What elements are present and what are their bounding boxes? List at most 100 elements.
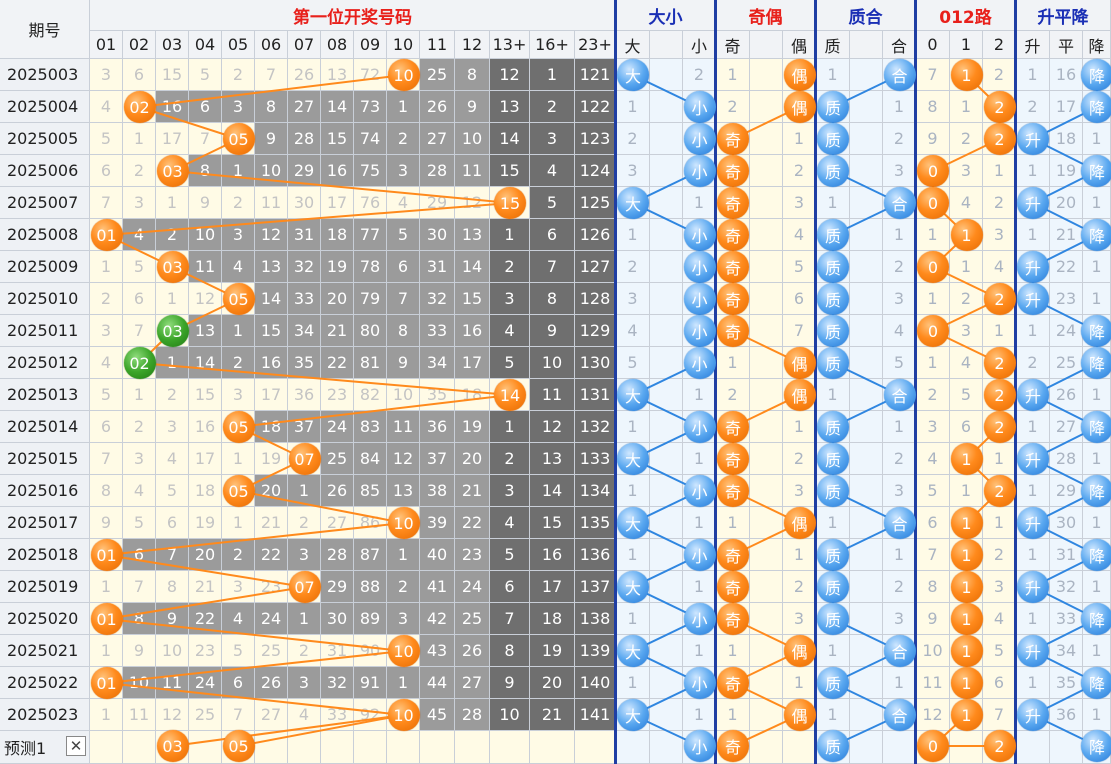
spj-cell: 33 (1050, 603, 1083, 635)
jo-cell (750, 123, 783, 155)
lu-cell: 6 (950, 411, 983, 443)
num-cell: 3 (222, 91, 255, 123)
jo-cell (750, 219, 783, 251)
dx-marker-ball: 大 (617, 635, 649, 667)
num-cell: 15 (455, 283, 490, 315)
num-cell: 22 (255, 539, 288, 571)
num-cell: 4 (123, 475, 156, 507)
jo-cell (750, 155, 783, 187)
lu-marker-ball: 2 (983, 91, 1016, 123)
num-cell: 25 (455, 603, 490, 635)
zh-marker-ball: 合 (883, 187, 916, 219)
dx-cell (650, 379, 683, 411)
num-cell: 10 (387, 379, 420, 411)
num-cell: 3 (123, 187, 156, 219)
num-cell: 91 (354, 667, 387, 699)
num-cell: 2 (387, 571, 420, 603)
zh-marker-ball: 质 (817, 315, 849, 347)
num-cell: 12 (455, 187, 490, 219)
num-cell: 2 (222, 539, 255, 571)
prediction-num-cell (255, 731, 288, 764)
zh-cell: 1 (883, 91, 916, 123)
num-cell: 1 (288, 603, 321, 635)
spj-cell: 1 (1083, 571, 1111, 603)
zh-marker-ball: 质 (817, 347, 849, 379)
spj-cell: 1 (1083, 699, 1111, 731)
num-cell: 9 (490, 667, 530, 699)
num-cell: 4 (90, 91, 123, 123)
num-cell: 15 (321, 123, 354, 155)
winning-number-ball: 03 (156, 155, 189, 187)
zh-cell: 1 (816, 379, 850, 411)
lu-marker-ball: 1 (950, 219, 983, 251)
jo-cell: 1 (716, 635, 750, 667)
spj-marker-ball: 升 (1017, 443, 1049, 475)
dx-cell: 1 (683, 379, 716, 411)
winning-number-ball: 02 (123, 91, 156, 123)
num-cell: 85 (354, 475, 387, 507)
num-cell: 5 (90, 123, 123, 155)
close-icon[interactable]: ✕ (66, 736, 86, 756)
num-cell: 22 (455, 507, 490, 539)
zh-marker-ball: 质 (817, 155, 849, 187)
dx-cell: 1 (616, 219, 650, 251)
jo-cell: 1 (716, 347, 750, 379)
spj-cell: 1 (1016, 155, 1050, 187)
period-cell: 2025014 (0, 411, 90, 443)
num-cell: 136 (575, 539, 616, 571)
lu-cell: 4 (916, 443, 950, 475)
zh-marker-ball: 质 (817, 603, 849, 635)
num-cell: 9 (530, 315, 575, 347)
num-cell: 141 (575, 699, 616, 731)
lu-cell: 4 (950, 347, 983, 379)
jo-cell: 5 (783, 251, 816, 283)
lu-marker-ball: 1 (950, 603, 983, 635)
lu-cell: 3 (950, 315, 983, 347)
num-cell: 28 (420, 155, 455, 187)
num-cell: 1 (156, 283, 189, 315)
dx-cell: 2 (683, 59, 716, 91)
prediction-dx-cell (650, 731, 683, 764)
lu-cell: 2 (950, 283, 983, 315)
spj-col-header: 平 (1050, 31, 1083, 59)
num-cell: 45 (420, 699, 455, 731)
dx-marker-ball: 小 (683, 730, 716, 762)
zh-cell: 2 (883, 571, 916, 603)
prediction-num-cell (288, 731, 321, 764)
spj-cell: 1 (1016, 219, 1050, 251)
period-cell: 2025007 (0, 187, 90, 219)
prediction-num-cell (90, 731, 123, 764)
jo-cell (750, 443, 783, 475)
num-cell: 5 (189, 59, 222, 91)
lu-marker-ball: 1 (950, 667, 983, 699)
num-cell: 13 (387, 475, 420, 507)
jo-marker-ball: 奇 (717, 443, 749, 475)
num-cell: 20 (321, 283, 354, 315)
winning-number-ball: 10 (387, 699, 420, 731)
zh-cell (850, 123, 883, 155)
num-cell: 3 (222, 219, 255, 251)
jo-cell: 1 (716, 699, 750, 731)
num-cell: 12 (255, 219, 288, 251)
lu-cell: 1 (916, 283, 950, 315)
prediction-label-text: 预测1 (4, 739, 47, 758)
num-cell: 16 (189, 411, 222, 443)
spj-marker-ball: 降 (1081, 411, 1111, 443)
num-cell: 14 (189, 347, 222, 379)
prediction-num-cell (321, 731, 354, 764)
period-cell: 2025023 (0, 699, 90, 731)
jo-cell: 1 (783, 123, 816, 155)
zh-cell (850, 251, 883, 283)
period-cell: 2025020 (0, 603, 90, 635)
zh-cell (850, 571, 883, 603)
dx-cell (650, 283, 683, 315)
winning-number-ball: 10 (387, 507, 420, 539)
num-cell: 37 (420, 443, 455, 475)
num-cell: 10 (189, 219, 222, 251)
winning-number-ball: 02 (123, 347, 156, 379)
num-cell: 8 (156, 571, 189, 603)
num-cell: 2 (288, 635, 321, 667)
num-cell: 7 (123, 315, 156, 347)
spj-cell: 1 (1083, 283, 1111, 315)
spj-cell: 1 (1083, 443, 1111, 475)
